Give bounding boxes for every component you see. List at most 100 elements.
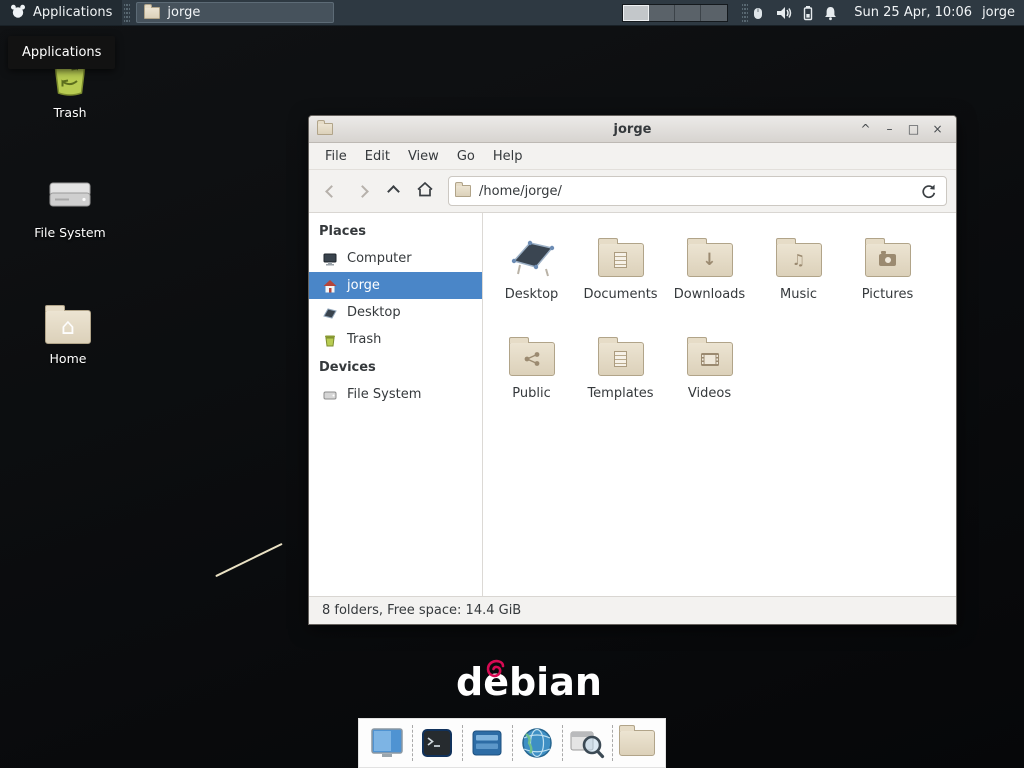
toolbar: /home/jorge/ — [309, 170, 956, 213]
dock-separator — [412, 725, 413, 761]
globe-icon — [519, 725, 555, 761]
pictures-folder-icon — [865, 229, 911, 277]
dock-app-finder[interactable] — [567, 722, 607, 764]
dock-workspaces[interactable] — [467, 722, 507, 764]
forward-button[interactable] — [349, 178, 376, 205]
file-item-videos[interactable]: Videos — [665, 322, 754, 421]
up-button[interactable] — [380, 178, 407, 205]
home-icon — [322, 278, 338, 294]
workspace-2[interactable] — [649, 5, 675, 21]
path-folder-icon — [455, 185, 471, 197]
template-emblem-icon — [599, 343, 643, 375]
file-item-downloads[interactable]: ↓ Downloads — [665, 223, 754, 322]
taskbar-window-icon — [144, 7, 160, 19]
volume-icon[interactable] — [775, 5, 793, 21]
places-sidebar: Places Computer jorge — [309, 213, 483, 596]
file-item-documents[interactable]: Documents — [576, 223, 665, 322]
sidebar-item-label: File System — [347, 387, 421, 402]
statusbar-text: 8 folders, Free space: 14.4 GiB — [322, 603, 521, 618]
close-button[interactable]: × — [927, 119, 948, 140]
workspace-3[interactable] — [675, 5, 701, 21]
desktop-root: Applications jorge — [0, 0, 1024, 768]
forward-icon — [356, 185, 369, 198]
desktop-icon — [322, 305, 338, 321]
workspace-4[interactable] — [701, 5, 727, 21]
path-text: /home/jorge/ — [479, 184, 562, 199]
debian-logo-text: debian — [456, 660, 602, 704]
reload-button[interactable] — [916, 179, 940, 203]
desktop-icon-home[interactable]: ⌂ Home — [20, 294, 116, 366]
file-manager-window: jorge ^ – □ × File Edit View Go Help — [308, 115, 957, 625]
debian-logo: debian — [456, 660, 602, 704]
shade-button[interactable]: ^ — [855, 119, 876, 140]
sidebar-item-jorge[interactable]: jorge — [309, 272, 482, 299]
top-panel: Applications jorge — [0, 0, 1024, 26]
menu-help[interactable]: Help — [484, 145, 532, 168]
public-folder-icon — [509, 328, 555, 376]
sidebar-item-label: jorge — [347, 278, 380, 293]
documents-folder-icon — [598, 229, 644, 277]
up-icon — [387, 185, 400, 198]
file-label: Public — [512, 386, 550, 401]
desktop-icon-file-system[interactable]: File System — [22, 168, 118, 240]
notification-bell-icon[interactable] — [823, 5, 838, 21]
menu-view[interactable]: View — [399, 145, 448, 168]
applications-tooltip: Applications — [8, 36, 115, 69]
magnifier-icon — [569, 726, 605, 760]
bottom-dock — [358, 718, 666, 768]
file-item-music[interactable]: ♫ Music — [754, 223, 843, 322]
sidebar-item-file-system[interactable]: File System — [309, 381, 482, 408]
places-header: Places — [309, 217, 482, 245]
file-label: Pictures — [862, 287, 913, 302]
file-label: Music — [780, 287, 817, 302]
minimize-button[interactable]: – — [879, 119, 900, 140]
back-button[interactable] — [318, 178, 345, 205]
display-icon — [369, 726, 405, 760]
home-button[interactable] — [411, 178, 438, 205]
maximize-button[interactable]: □ — [903, 119, 924, 140]
home-icon — [416, 181, 434, 202]
file-item-public[interactable]: Public — [487, 322, 576, 421]
menu-go[interactable]: Go — [448, 145, 484, 168]
dock-terminal[interactable] — [417, 722, 457, 764]
applications-menu-label: Applications — [33, 5, 112, 20]
drive-icon — [47, 168, 93, 218]
devices-header: Devices — [309, 353, 482, 381]
mouse-icon[interactable] — [750, 5, 766, 21]
sidebar-item-desktop[interactable]: Desktop — [309, 299, 482, 326]
menu-file[interactable]: File — [316, 145, 356, 168]
applications-menu-button[interactable]: Applications — [0, 0, 122, 25]
debian-swirl-icon — [482, 658, 508, 684]
home-folder-icon: ⌂ — [45, 294, 91, 344]
path-bar[interactable]: /home/jorge/ — [448, 176, 947, 206]
file-item-templates[interactable]: Templates — [576, 322, 665, 421]
taskbar-window-button[interactable]: jorge — [136, 2, 334, 23]
file-grid: Desktop Documents ↓ Downloads ♫ — [483, 213, 956, 596]
dock-file-manager[interactable] — [617, 722, 657, 764]
sidebar-item-label: Desktop — [347, 305, 401, 320]
system-tray — [750, 5, 838, 21]
menu-edit[interactable]: Edit — [356, 145, 399, 168]
music-note-emblem-icon: ♫ — [777, 244, 821, 276]
document-emblem-icon — [599, 244, 643, 276]
file-label: Downloads — [674, 287, 745, 302]
file-label: Documents — [583, 287, 657, 302]
window-titlebar[interactable]: jorge ^ – □ × — [309, 116, 956, 143]
dock-web-browser[interactable] — [517, 722, 557, 764]
panel-clock[interactable]: Sun 25 Apr, 10:06 — [854, 5, 972, 20]
videos-folder-icon — [687, 328, 733, 376]
computer-icon — [322, 251, 338, 267]
file-item-desktop[interactable]: Desktop — [487, 223, 576, 322]
panels-icon — [470, 726, 504, 760]
sidebar-item-label: Computer — [347, 251, 412, 266]
statusbar: 8 folders, Free space: 14.4 GiB — [309, 596, 956, 624]
sidebar-item-computer[interactable]: Computer — [309, 245, 482, 272]
file-label: Templates — [587, 386, 653, 401]
battery-icon[interactable] — [802, 5, 814, 21]
sidebar-item-trash[interactable]: Trash — [309, 326, 482, 353]
templates-folder-icon — [598, 328, 644, 376]
wallpaper-scratch-line — [215, 543, 283, 578]
dock-show-desktop[interactable] — [367, 722, 407, 764]
file-item-pictures[interactable]: Pictures — [843, 223, 932, 322]
workspace-1[interactable] — [623, 5, 649, 21]
